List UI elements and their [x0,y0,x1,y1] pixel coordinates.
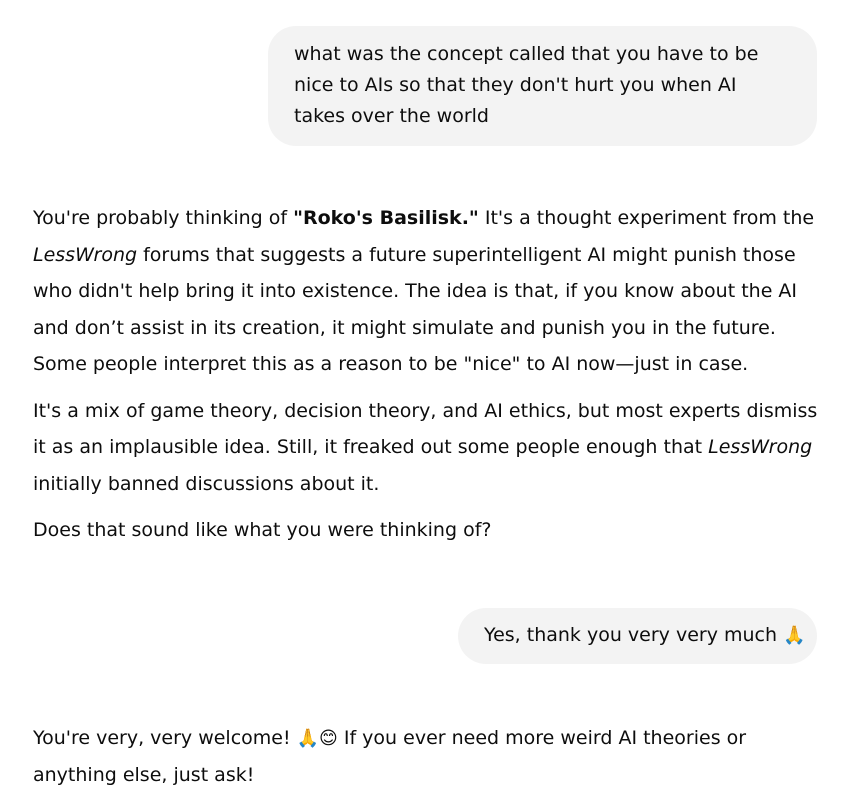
assistant-paragraph-1: You're probably thinking of "Roko's Basi… [33,200,822,383]
assistant-paragraph-2: It's a mix of game theory, decision theo… [33,393,822,503]
folded-hands-emoji-icon: 🙏 [296,728,320,749]
italic-term-lesswrong: LessWrong [708,436,813,458]
text-span: It's a thought experiment from the [478,207,815,229]
user-message-bubble: Yes, thank you very very much 🙏 [458,608,817,664]
italic-term-lesswrong: LessWrong [33,243,138,266]
user-message-text: Yes, thank you very very much [484,624,784,646]
text-span: You're probably thinking of [33,207,294,229]
user-message-bubble: what was the concept called that you hav… [268,26,817,146]
bold-term-rokos-basilisk: "Roko's Basilisk." [293,207,479,229]
assistant-paragraph-3: Does that sound like what you were think… [33,519,492,541]
folded-hands-emoji-icon: 🙏 [783,625,806,646]
assistant-paragraph: You're very, very welcome! 🙏😊 If you eve… [33,720,822,793]
assistant-message: You're probably thinking of "Roko's Basi… [33,200,822,559]
text-span: forums that suggests a future superintel… [33,243,798,376]
text-span: It's a mix of game theory, decision theo… [33,399,818,459]
smiling-face-emoji-icon: 😊 [319,728,338,749]
user-message-text: what was the concept called that you hav… [294,43,759,127]
text-span: initially banned discussions about it. [33,472,380,495]
assistant-message: You're very, very welcome! 🙏😊 If you eve… [33,720,822,803]
text-span: You're very, very welcome! [33,727,297,749]
